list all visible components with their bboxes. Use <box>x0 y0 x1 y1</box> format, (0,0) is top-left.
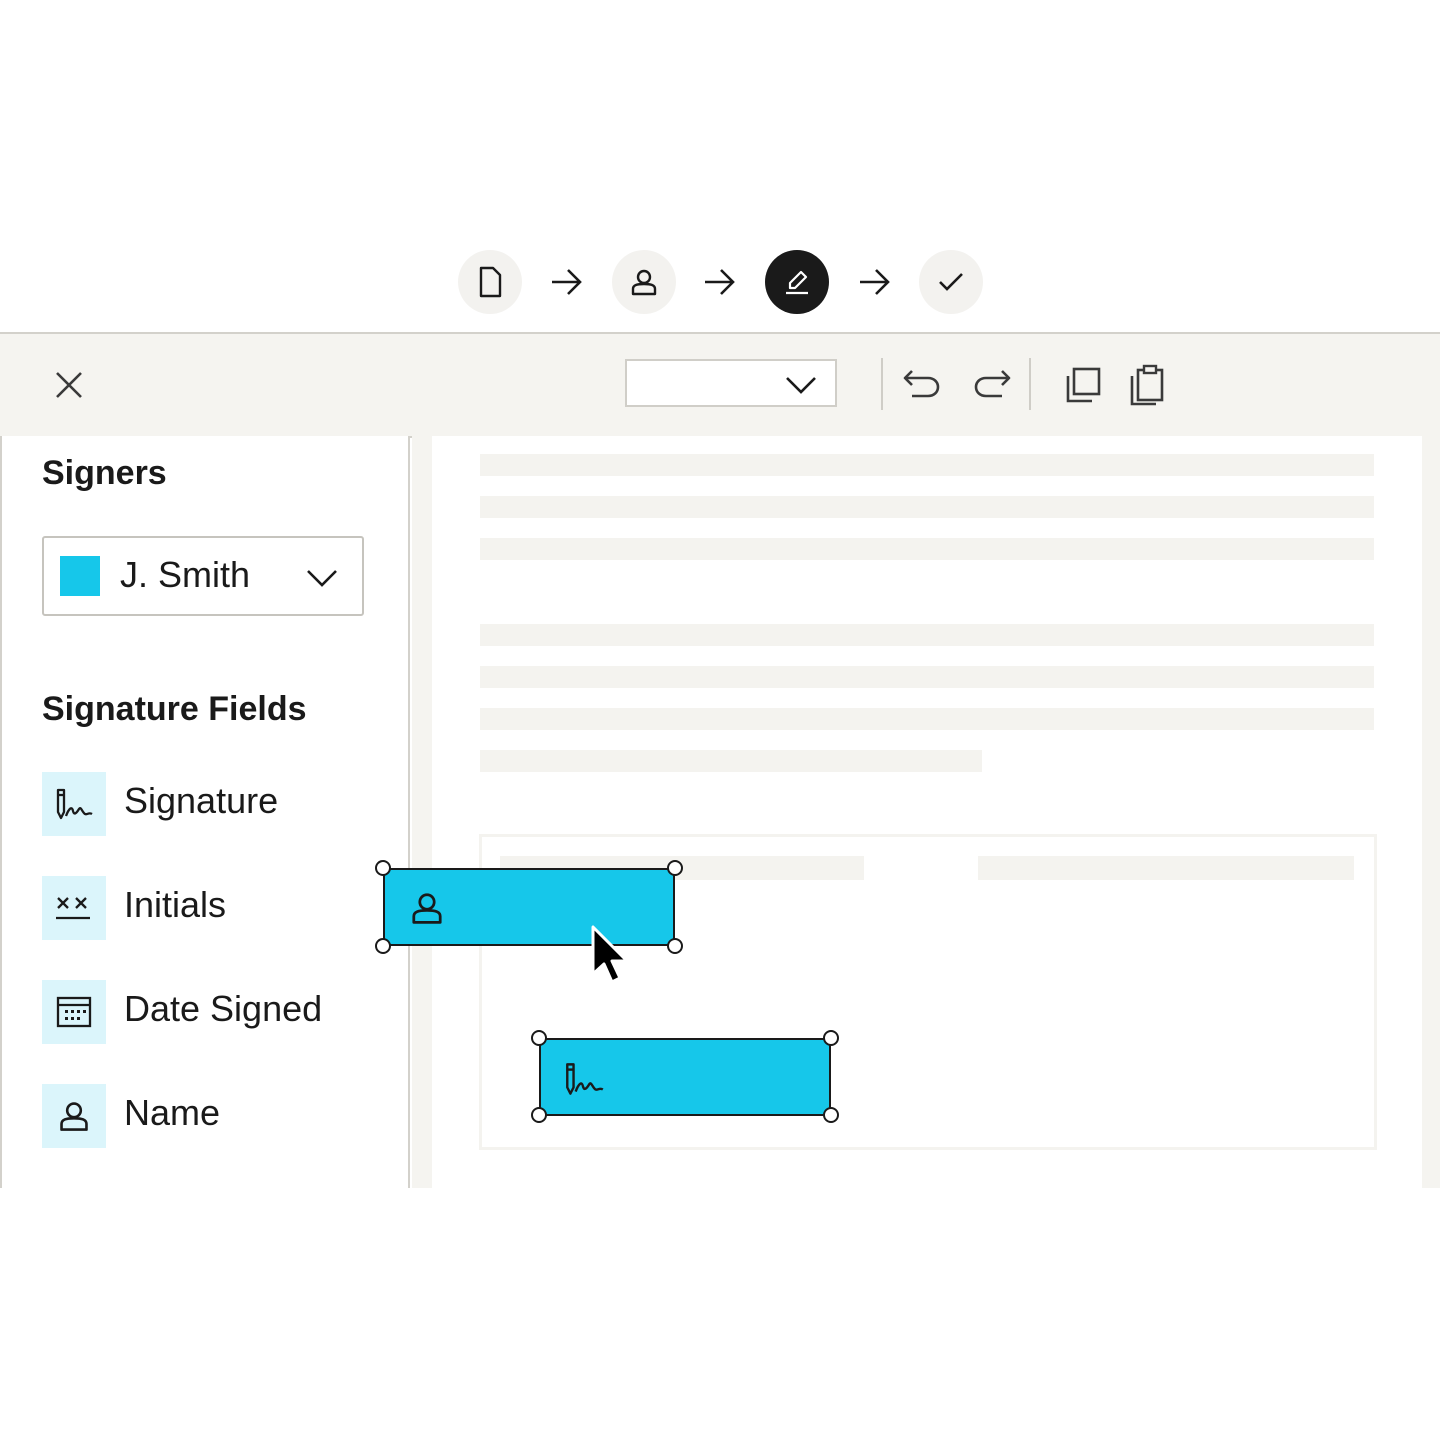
undo-icon <box>903 370 940 398</box>
field-label: Initials <box>124 884 227 925</box>
person-icon <box>412 893 442 924</box>
copy-icon <box>1066 367 1101 403</box>
text-line-placeholder <box>480 538 1374 560</box>
field-label: Name <box>124 1092 221 1133</box>
editor-toolbar <box>0 332 1440 438</box>
resize-handle[interactable] <box>375 860 391 876</box>
field-item-name[interactable]: Name <box>42 1084 382 1148</box>
paste-icon <box>1130 364 1164 406</box>
resize-handle[interactable] <box>823 1107 839 1123</box>
text-line-placeholder <box>480 624 1374 646</box>
placed-signature-field[interactable] <box>539 1038 831 1116</box>
cursor-arrow-icon <box>591 925 629 984</box>
person-icon <box>631 269 657 296</box>
copy-button[interactable] <box>1062 364 1104 406</box>
text-line-placeholder <box>480 666 1374 688</box>
step-fields[interactable] <box>765 250 829 314</box>
checkmark-icon <box>939 273 963 291</box>
field-item-initials[interactable]: Initials <box>42 876 382 940</box>
document-icon <box>479 266 502 298</box>
close-button[interactable] <box>48 364 90 406</box>
toolbar-divider <box>881 358 883 410</box>
step-review[interactable] <box>919 250 983 314</box>
text-line-placeholder <box>480 750 982 772</box>
text-line-placeholder <box>480 496 1374 518</box>
redo-icon <box>974 370 1011 398</box>
calendar-icon <box>42 980 106 1044</box>
signer-name: J. Smith <box>120 554 251 595</box>
close-icon <box>56 372 82 398</box>
fields-sidebar: Signers J. Smith Signature Fields Signat… <box>0 436 410 1188</box>
resize-handle[interactable] <box>667 860 683 876</box>
step-document[interactable] <box>458 250 522 314</box>
paste-button[interactable] <box>1126 362 1168 408</box>
arrow-right-icon <box>705 269 735 295</box>
arrow-right-icon <box>860 269 890 295</box>
signer-color-swatch <box>60 556 100 596</box>
signature-fields-heading: Signature Fields <box>42 690 307 728</box>
resize-handle[interactable] <box>823 1030 839 1046</box>
field-label: Date Signed <box>124 988 323 1029</box>
undo-button[interactable] <box>900 364 944 404</box>
resize-handle[interactable] <box>531 1107 547 1123</box>
field-item-date-signed[interactable]: Date Signed <box>42 980 382 1044</box>
signature-line-placeholder <box>978 856 1354 880</box>
person-icon <box>42 1084 106 1148</box>
chevron-down-icon <box>307 570 337 587</box>
signers-heading: Signers <box>42 454 167 492</box>
placed-name-field[interactable] <box>383 868 675 946</box>
field-label: Signature <box>124 780 279 821</box>
resize-handle[interactable] <box>375 938 391 954</box>
signer-select[interactable]: J. Smith <box>42 536 364 616</box>
signature-icon <box>566 1063 604 1095</box>
field-item-signature[interactable]: Signature <box>42 772 382 836</box>
initials-icon <box>42 876 106 940</box>
resize-handle[interactable] <box>531 1030 547 1046</box>
resize-handle[interactable] <box>667 938 683 954</box>
redo-button[interactable] <box>970 364 1014 404</box>
arrow-right-icon <box>552 269 582 295</box>
text-line-placeholder <box>480 454 1374 476</box>
zoom-select[interactable] <box>625 359 837 407</box>
step-recipients[interactable] <box>612 250 676 314</box>
signature-icon <box>42 772 106 836</box>
pen-icon <box>786 270 808 295</box>
toolbar-divider <box>1029 358 1031 410</box>
text-line-placeholder <box>480 708 1374 730</box>
chevron-down-icon <box>786 377 816 394</box>
